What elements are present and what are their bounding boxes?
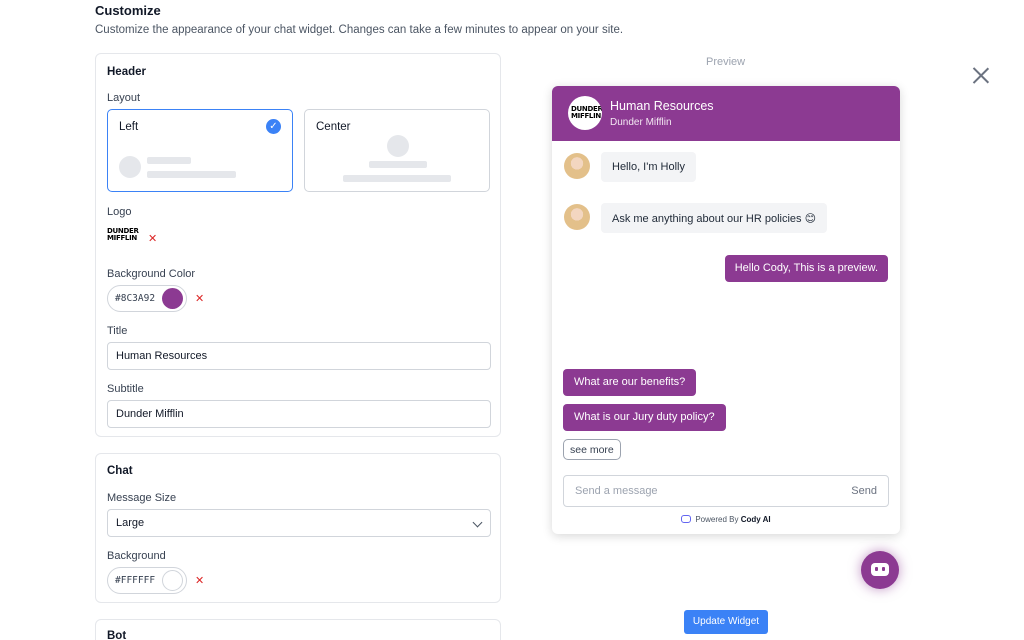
color-swatch[interactable] bbox=[162, 570, 183, 591]
color-hex-value: #FFFFFF bbox=[115, 575, 156, 586]
widget-logo: DUNDER MIFFLIN bbox=[568, 96, 602, 130]
see-more-button[interactable]: see more bbox=[563, 439, 621, 460]
logo-line: MIFFLIN bbox=[571, 112, 601, 120]
widget-subtitle: Dunder Mifflin bbox=[610, 117, 672, 128]
page-subtitle: Customize the appearance of your chat wi… bbox=[95, 24, 624, 36]
powered-by-brand: Cody AI bbox=[740, 515, 771, 524]
subtitle-input[interactable]: Dunder Mifflin bbox=[107, 400, 491, 428]
subtitle-label: Subtitle bbox=[107, 383, 144, 395]
header-color-picker[interactable]: #8C3A92 bbox=[107, 285, 187, 312]
widget-header: DUNDER MIFFLIN Human Resources Dunder Mi… bbox=[552, 86, 900, 141]
logo-label: Logo bbox=[107, 206, 132, 218]
powered-by-prefix: Powered By bbox=[695, 515, 739, 524]
layout-option-label: Left bbox=[119, 121, 139, 133]
chat-settings-card: Chat Message Size Large Background #FFFF… bbox=[95, 453, 501, 603]
update-widget-button[interactable]: Update Widget bbox=[684, 610, 768, 634]
color-swatch[interactable] bbox=[162, 288, 183, 309]
suggestion-chip[interactable]: What is our Jury duty policy? bbox=[563, 404, 726, 431]
check-icon: ✓ bbox=[266, 119, 281, 134]
bot-message: Ask me anything about our HR policies 😊 bbox=[601, 203, 828, 233]
remove-logo-icon[interactable]: ✕ bbox=[148, 232, 157, 245]
suggestion-chip[interactable]: What are our benefits? bbox=[563, 369, 697, 396]
chat-launcher-button[interactable] bbox=[861, 551, 899, 589]
section-title-bot: Bot bbox=[107, 630, 127, 640]
message-size-select[interactable]: Large bbox=[107, 509, 491, 537]
chat-widget-preview: DUNDER MIFFLIN Human Resources Dunder Mi… bbox=[552, 86, 900, 534]
message-size-label: Message Size bbox=[107, 492, 177, 504]
skeleton-avatar bbox=[387, 135, 409, 157]
skeleton-avatar bbox=[119, 156, 141, 178]
message-size-value: Large bbox=[116, 517, 145, 529]
skeleton-line bbox=[147, 171, 236, 178]
dunder-mifflin-logo: DUNDER MIFFLIN bbox=[107, 228, 139, 250]
powered-by[interactable]: Powered By Cody AI bbox=[552, 515, 900, 524]
widget-title: Human Resources bbox=[610, 99, 714, 113]
color-hex-value: #8C3A92 bbox=[115, 293, 156, 304]
bot-avatar bbox=[564, 153, 590, 179]
layout-option-label: Center bbox=[316, 121, 351, 133]
close-icon[interactable] bbox=[972, 67, 989, 84]
user-message: Hello Cody, This is a preview. bbox=[724, 255, 888, 282]
cody-logo-icon bbox=[681, 515, 692, 523]
message-input[interactable]: Send a message Send bbox=[563, 475, 889, 507]
chat-background-color-picker[interactable]: #FFFFFF bbox=[107, 567, 187, 594]
bot-avatar bbox=[564, 204, 590, 230]
preview-label: Preview bbox=[706, 56, 746, 68]
title-label: Title bbox=[107, 325, 128, 337]
background-color-label: Background Color bbox=[107, 268, 196, 280]
chat-background-label: Background bbox=[107, 550, 166, 562]
skeleton-line bbox=[369, 161, 427, 168]
layout-option-left[interactable]: Left ✓ bbox=[107, 109, 293, 192]
layout-label: Layout bbox=[107, 92, 141, 104]
page-title: Customize bbox=[95, 3, 161, 18]
reset-color-icon[interactable]: ✕ bbox=[195, 574, 204, 587]
chevron-down-icon bbox=[472, 517, 483, 528]
title-input[interactable]: Human Resources bbox=[107, 342, 491, 370]
section-title-header: Header bbox=[107, 66, 146, 78]
skeleton-line bbox=[147, 157, 191, 164]
layout-option-center[interactable]: Center bbox=[304, 109, 490, 192]
header-settings-card: Header Layout Left ✓ Center Logo DUNDER … bbox=[95, 53, 501, 437]
logo-line: MIFFLIN bbox=[107, 234, 137, 242]
message-placeholder: Send a message bbox=[575, 485, 658, 497]
bot-launcher-icon bbox=[871, 563, 889, 576]
section-title-chat: Chat bbox=[107, 465, 133, 477]
skeleton-line bbox=[343, 175, 451, 182]
send-button[interactable]: Send bbox=[851, 485, 877, 497]
bot-settings-card: Bot bbox=[95, 619, 501, 640]
bot-message: Hello, I'm Holly bbox=[601, 152, 697, 182]
reset-color-icon[interactable]: ✕ bbox=[195, 292, 204, 305]
